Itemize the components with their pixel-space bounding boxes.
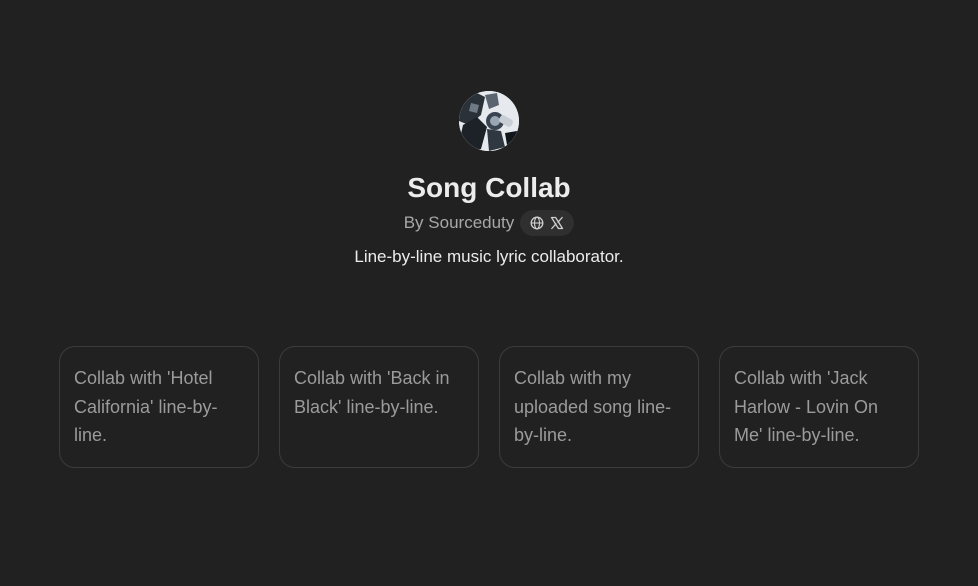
robot-microphone-image <box>459 91 519 151</box>
conversation-starters: Collab with 'Hotel California' line-by-l… <box>59 346 919 468</box>
starter-jack-harlow[interactable]: Collab with 'Jack Harlow - Lovin On Me' … <box>719 346 919 468</box>
author-byline: By Sourceduty <box>403 213 515 232</box>
x-logo-icon[interactable] <box>550 216 564 230</box>
social-links <box>520 210 575 236</box>
gpt-byline: By Sourceduty <box>404 210 575 236</box>
globe-icon[interactable] <box>530 216 544 230</box>
gpt-header: Song Collab By Sourceduty Line-by-line m… <box>0 91 978 268</box>
starter-back-in-black[interactable]: Collab with 'Back in Black' line-by-line… <box>279 346 479 468</box>
starter-hotel-california[interactable]: Collab with 'Hotel California' line-by-l… <box>59 346 259 468</box>
gpt-avatar <box>459 91 519 151</box>
gpt-title: Song Collab <box>407 172 571 203</box>
gpt-description: Line-by-line music lyric collaborator. <box>354 247 624 266</box>
starter-uploaded-song[interactable]: Collab with my uploaded song line-by-lin… <box>499 346 699 468</box>
